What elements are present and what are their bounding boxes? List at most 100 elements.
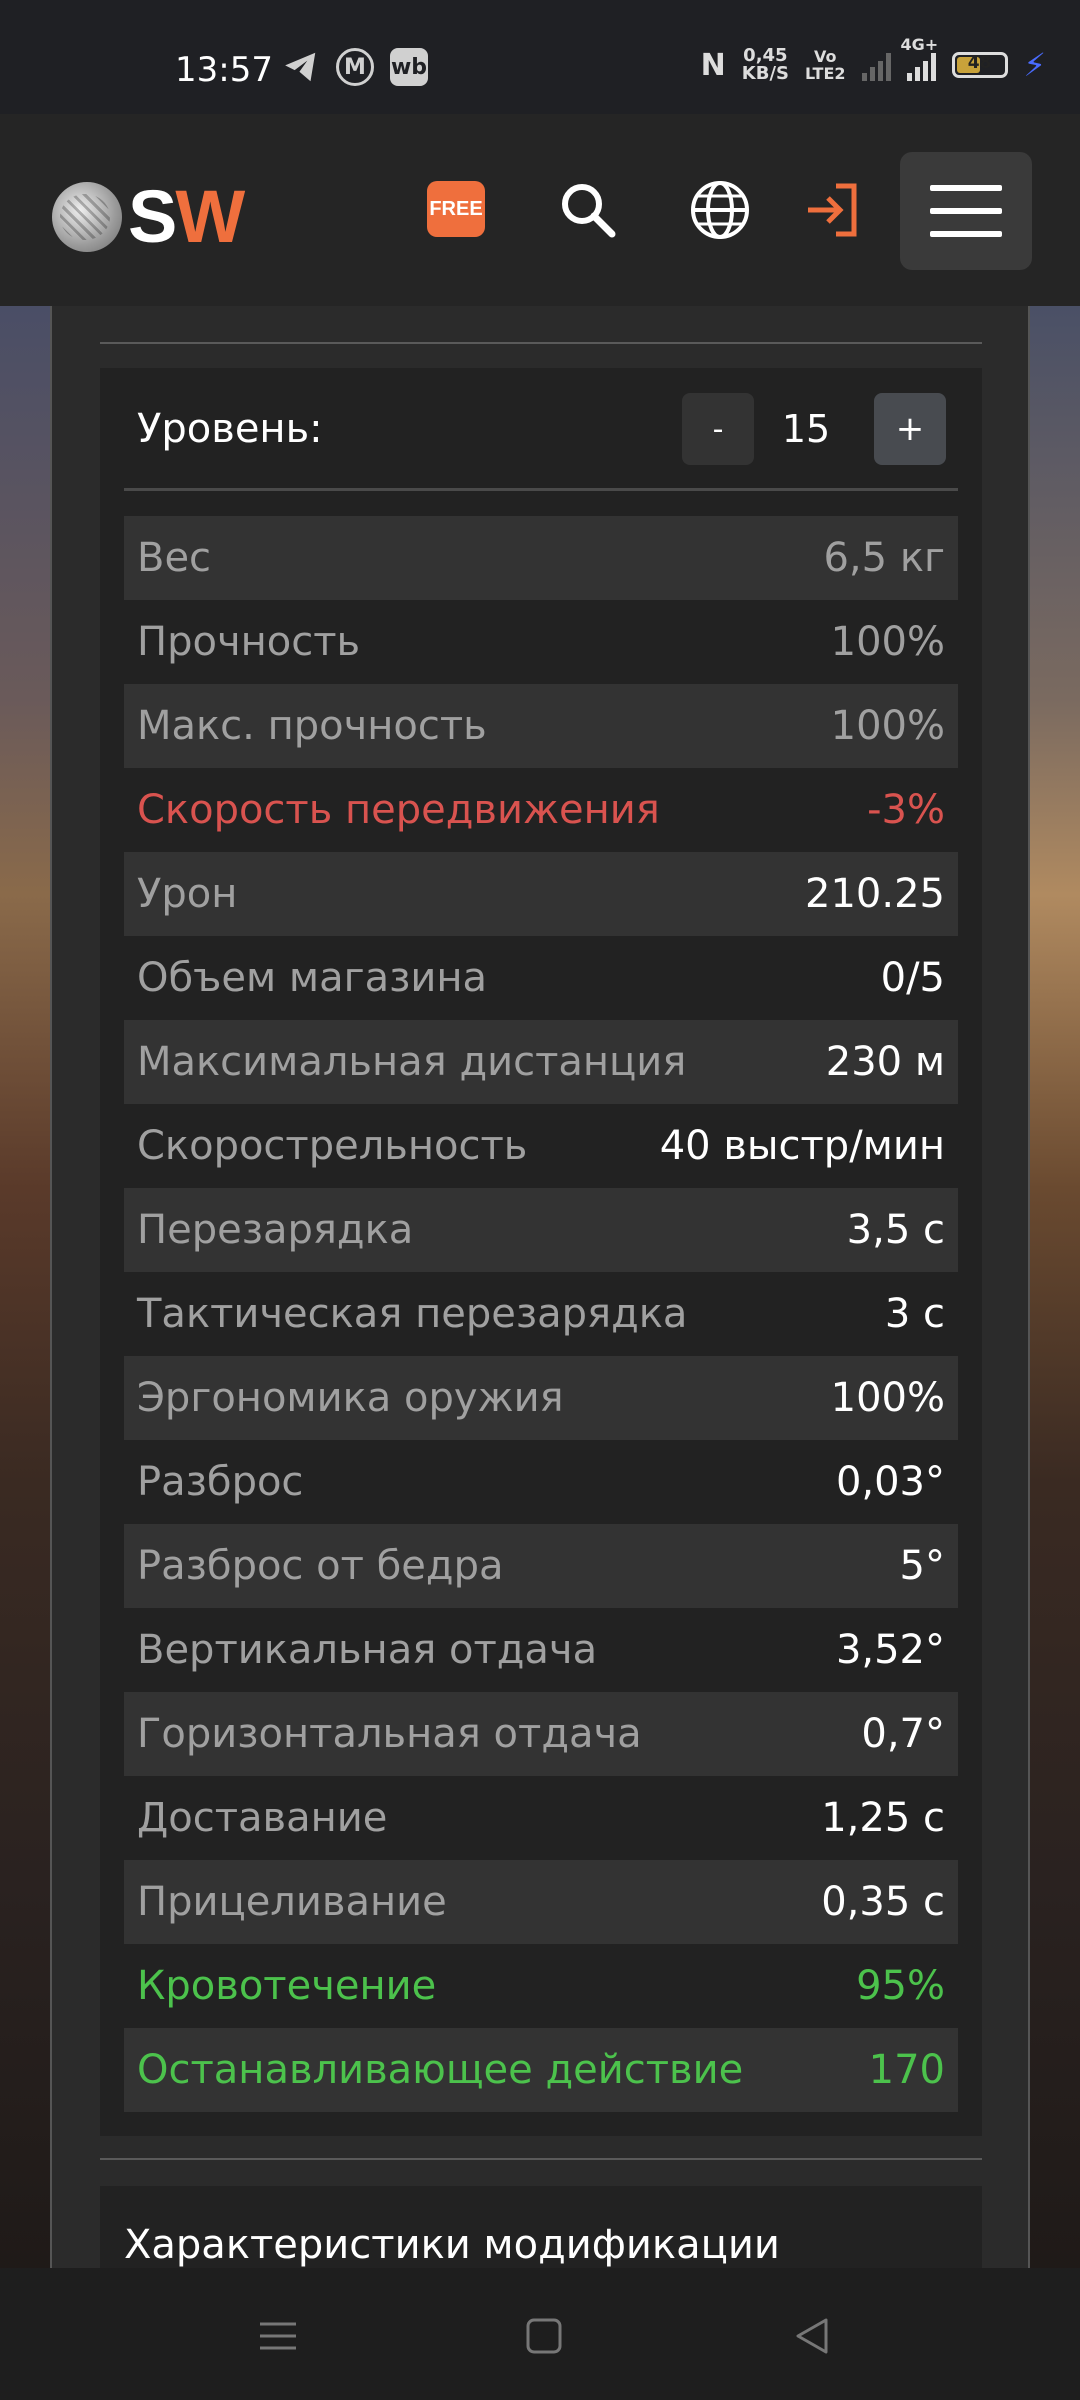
- status-right: N 0,45 KB/S Vo LTE2 4G+ 48 ⚡: [700, 35, 1046, 84]
- stat-name: Вертикальная отдача: [137, 1627, 598, 1673]
- stat-name: Перезарядка: [137, 1207, 414, 1253]
- stat-value: 1,25 с: [821, 1795, 945, 1841]
- stat-row: Прочность 100%: [124, 600, 958, 684]
- stat-value: 230 м: [825, 1039, 945, 1085]
- stat-value: 6,5 кг: [823, 535, 945, 581]
- stat-row: Разброс от бедра 5°: [124, 1524, 958, 1608]
- network-speed: 0,45 KB/S: [742, 47, 789, 83]
- logo-letter-s: S: [128, 175, 177, 258]
- stat-name: Прочность: [137, 619, 361, 665]
- stat-value: 95%: [856, 1963, 945, 2009]
- stat-name: Урон: [137, 871, 238, 917]
- stat-value: 100%: [830, 619, 945, 665]
- stat-row: Скорость передвижения -3%: [124, 768, 958, 852]
- menu-line: [930, 208, 1002, 214]
- nfc-icon: N: [700, 47, 726, 83]
- language-globe-icon[interactable]: [688, 178, 752, 242]
- network-speed-unit: KB/S: [741, 63, 789, 84]
- stat-row: Эргономика оружия 100%: [124, 1356, 958, 1440]
- content-panel: Уровень: - 15 + Вес 6,5 кг Прочность 100% Ма…: [50, 306, 1030, 2268]
- stat-value: 0,03°: [835, 1459, 945, 1505]
- globe-logo-icon: [52, 181, 122, 252]
- stat-name: Скорострельность: [137, 1123, 528, 1169]
- site-logo[interactable]: SW: [52, 174, 245, 259]
- stat-value: 40 выстр/мин: [659, 1123, 945, 1169]
- stat-value: 170: [868, 2047, 945, 2093]
- stat-name: Останавливающее действие: [137, 2047, 744, 2093]
- stat-name: Горизонтальная отдача: [137, 1711, 642, 1757]
- stat-row: Объем магазина 0/5: [124, 936, 958, 1020]
- volte-indicator: Vo LTE2: [805, 48, 846, 82]
- menu-line: [930, 185, 1002, 191]
- login-icon[interactable]: [802, 178, 866, 242]
- modification-title: Характеристики модификации: [124, 2222, 780, 2268]
- divider: [100, 2158, 982, 2160]
- level-row: Уровень: - 15 +: [100, 368, 982, 490]
- stat-value: 3 с: [884, 1291, 945, 1337]
- stat-value: 3,5 с: [846, 1207, 945, 1253]
- stat-name: Разброс от бедра: [137, 1543, 504, 1589]
- stat-name: Объем магазина: [137, 955, 488, 1001]
- stat-row: Урон 210.25: [124, 852, 958, 936]
- charging-icon: ⚡: [1023, 46, 1046, 84]
- stat-row: Останавливающее действие 170: [124, 2028, 958, 2112]
- stat-value: 100%: [830, 703, 945, 749]
- stat-row: Вертикальная отдача 3,52°: [124, 1608, 958, 1692]
- stat-row: Вес 6,5 кг: [124, 516, 958, 600]
- m-icon: M: [336, 48, 374, 86]
- stat-name: Доставание: [137, 1795, 388, 1841]
- level-label: Уровень:: [137, 406, 323, 452]
- stat-value: 210.25: [805, 871, 945, 917]
- recent-apps-icon[interactable]: [250, 2308, 306, 2364]
- volte-line1: Vo: [814, 47, 837, 66]
- stats-card: Уровень: - 15 + Вес 6,5 кг Прочность 100% Ма…: [100, 368, 982, 2136]
- stat-value: 100%: [830, 1375, 945, 1421]
- logo-letter-w: W: [175, 175, 245, 258]
- volte-line2: LTE2: [805, 64, 846, 83]
- stat-name: Прицеливание: [137, 1879, 447, 1925]
- signal-sim1-icon: [861, 49, 891, 81]
- stat-row: Доставание 1,25 с: [124, 1776, 958, 1860]
- stat-value: 3,52°: [835, 1627, 945, 1673]
- stat-value: -3%: [867, 787, 945, 833]
- wb-icon: wb: [390, 48, 428, 86]
- modification-card: Характеристики модификации: [100, 2186, 982, 2268]
- stat-name: Максимальная дистанция: [137, 1039, 687, 1085]
- divider: [124, 488, 958, 491]
- status-bar: 13:57 M wb N 0,45 KB/S Vo LTE2 4G+ 48 ⚡: [0, 0, 1080, 114]
- home-icon[interactable]: [516, 2308, 572, 2364]
- stat-name: Кровотечение: [137, 1963, 437, 2009]
- hamburger-menu-button[interactable]: [900, 152, 1032, 270]
- stat-value: 0/5: [880, 955, 945, 1001]
- stat-row: Перезарядка 3,5 с: [124, 1188, 958, 1272]
- stat-row: Максимальная дистанция 230 м: [124, 1020, 958, 1104]
- level-decrease-button[interactable]: -: [682, 393, 754, 465]
- stat-row: Горизонтальная отдача 0,7°: [124, 1692, 958, 1776]
- battery-level: 48: [967, 53, 992, 73]
- search-icon[interactable]: [556, 178, 620, 242]
- stat-name: Эргономика оружия: [137, 1375, 564, 1421]
- stat-value: 5°: [899, 1543, 945, 1589]
- menu-line: [930, 231, 1002, 237]
- free-button[interactable]: FREE: [427, 181, 485, 237]
- stat-name: Макс. прочность: [137, 703, 487, 749]
- site-header: SW FREE: [0, 114, 1080, 306]
- stat-row: Тактическая перезарядка 3 с: [124, 1272, 958, 1356]
- stat-value: 0,35 с: [821, 1879, 945, 1925]
- stat-row: Прицеливание 0,35 с: [124, 1860, 958, 1944]
- stats-table: Вес 6,5 кг Прочность 100% Макс. прочность 100…: [124, 516, 958, 2112]
- stat-row: Кровотечение 95%: [124, 1944, 958, 2028]
- back-icon[interactable]: [784, 2308, 840, 2364]
- telegram-icon: [285, 52, 316, 82]
- system-nav-bar: [0, 2268, 1080, 2400]
- background-image-left: [0, 306, 50, 2268]
- battery-icon: 48: [951, 52, 1008, 78]
- level-value: 15: [781, 407, 831, 451]
- stat-row: Разброс 0,03°: [124, 1440, 958, 1524]
- stat-row: Скорострельность 40 выстр/мин: [124, 1104, 958, 1188]
- level-increase-button[interactable]: +: [874, 393, 946, 465]
- divider: [100, 342, 982, 344]
- stat-name: Вес: [137, 535, 212, 581]
- stat-name: Тактическая перезарядка: [137, 1291, 688, 1337]
- status-app-icons: M wb: [282, 48, 428, 86]
